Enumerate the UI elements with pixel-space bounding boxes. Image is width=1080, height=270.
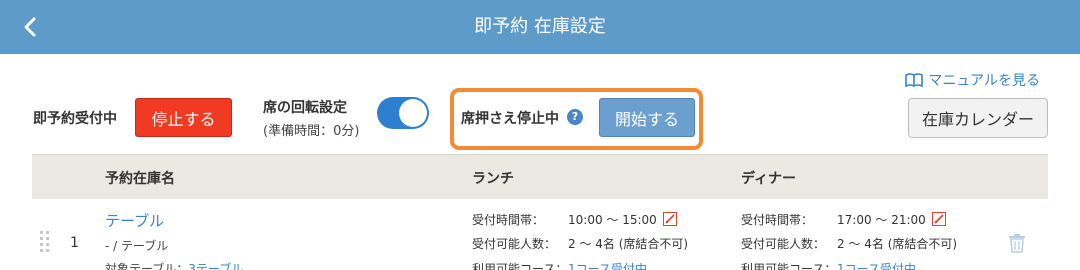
start-button[interactable]: 開始する	[599, 98, 695, 137]
table-row: 1 テーブル - / テーブル 対象テーブル：3テーブル 受付時間帯： 10:0…	[32, 199, 1048, 270]
dinner-course-link[interactable]: 1コース受付中	[837, 260, 916, 270]
stock-calendar-button[interactable]: 在庫カレンダー	[908, 98, 1048, 138]
trash-icon[interactable]	[1008, 233, 1026, 253]
app-header: 即予約 在庫設定	[0, 0, 1080, 54]
lunch-course-label: 利用可能コース：	[472, 262, 568, 270]
lunch-hours-label: 受付時間帯：	[472, 213, 545, 227]
accept-status-label: 即予約受付中	[33, 111, 117, 127]
help-icon[interactable]: ?	[567, 109, 583, 125]
lunch-course-link[interactable]: 1コース受付中	[568, 260, 647, 270]
book-icon	[905, 73, 924, 87]
dinner-hours-value: 17:00 〜 21:00	[837, 213, 926, 227]
column-header-dinner: ディナー	[741, 171, 797, 187]
column-header-name: 予約在庫名	[105, 171, 175, 187]
row-number: 1	[70, 235, 79, 251]
rotation-setting: 席の回転設定 (準備時間：0分)	[263, 97, 359, 139]
target-label: 対象テーブル：	[105, 262, 189, 270]
stop-button[interactable]: 停止する	[135, 98, 232, 137]
lunch-people-value: 2 〜 4名 (席結合不可)	[568, 237, 689, 251]
drag-handle-icon[interactable]	[40, 231, 50, 257]
page-title: 即予約 在庫設定	[474, 16, 606, 37]
rotation-label: 席の回転設定	[263, 100, 347, 116]
seat-hold-status-label: 席押さえ停止中	[461, 111, 559, 127]
table-header: 予約在庫名 ランチ ディナー	[32, 154, 1048, 199]
lunch-people-label: 受付可能人数：	[472, 237, 557, 251]
target-tables-link[interactable]: 3テーブル	[188, 262, 243, 270]
dinner-course-label: 利用可能コース：	[741, 262, 837, 270]
manual-link[interactable]: マニュアルを見る	[905, 70, 1040, 90]
toggle-knob	[399, 99, 427, 127]
stock-subtitle: - / テーブル	[105, 239, 169, 253]
rotation-sub-label: (準備時間：0分)	[263, 124, 360, 139]
edit-icon[interactable]	[662, 212, 677, 226]
dinner-people-value: 2 〜 4名 (席結合不可)	[837, 237, 958, 251]
stock-name-link[interactable]: テーブル	[105, 210, 164, 231]
manual-link-label: マニュアルを見る	[928, 73, 1040, 89]
rotation-toggle[interactable]	[377, 97, 429, 129]
lunch-hours-value: 10:00 〜 15:00	[568, 213, 657, 227]
dinner-hours-label: 受付時間帯：	[741, 213, 814, 227]
edit-icon[interactable]	[931, 212, 946, 226]
column-header-lunch: ランチ	[472, 171, 514, 187]
dinner-people-label: 受付可能人数：	[741, 237, 826, 251]
target-tables: 対象テーブル：3テーブル	[105, 260, 243, 270]
